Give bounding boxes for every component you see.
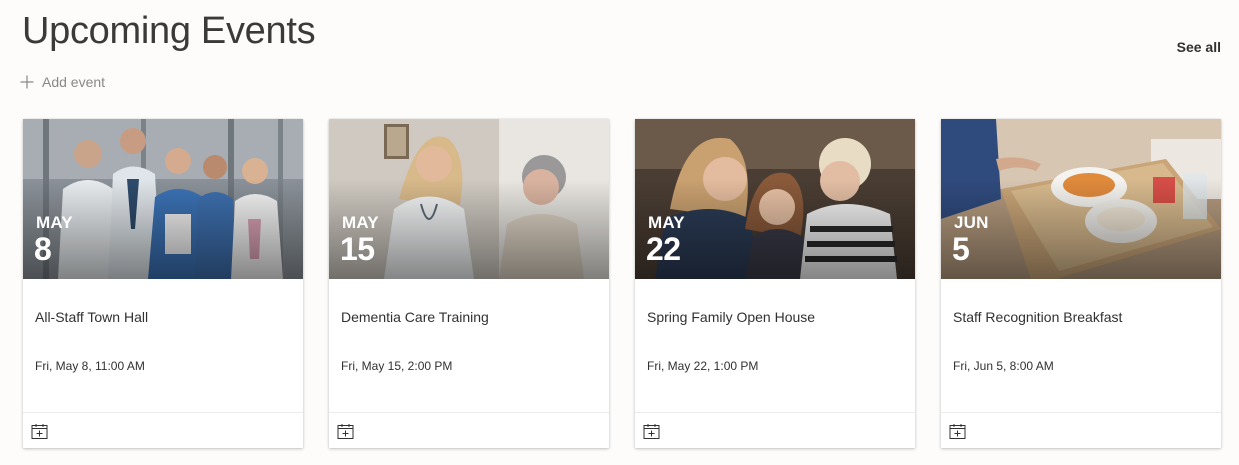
event-month: MAY <box>342 213 379 232</box>
event-day: 22 <box>646 231 681 267</box>
event-datetime: Fri, May 15, 2:00 PM <box>341 359 453 373</box>
event-title[interactable]: Staff Recognition Breakfast <box>953 309 1122 325</box>
card-footer <box>329 412 609 448</box>
event-image: JUN 5 <box>941 119 1221 279</box>
page-title: Upcoming Events <box>22 10 316 52</box>
event-image: MAY 15 <box>329 119 609 279</box>
card-footer <box>941 412 1221 448</box>
event-title[interactable]: Spring Family Open House <box>647 309 815 325</box>
event-day: 8 <box>34 231 52 267</box>
event-card[interactable]: MAY 22 Spring Family Open House Fri, May… <box>635 119 915 448</box>
plus-icon <box>20 75 34 89</box>
add-to-calendar-icon[interactable] <box>949 423 966 440</box>
event-title[interactable]: All-Staff Town Hall <box>35 309 148 325</box>
event-image: MAY 22 <box>635 119 915 279</box>
card-footer <box>635 412 915 448</box>
event-month: MAY <box>36 213 73 232</box>
event-month: JUN <box>954 213 989 232</box>
event-card[interactable]: MAY 15 Dementia Care Training Fri, May 1… <box>329 119 609 448</box>
event-month: MAY <box>648 213 685 232</box>
event-datetime: Fri, May 22, 1:00 PM <box>647 359 759 373</box>
event-datetime: Fri, Jun 5, 8:00 AM <box>953 359 1054 373</box>
event-day: 15 <box>340 231 375 267</box>
event-card[interactable]: MAY 8 All-Staff Town Hall Fri, May 8, 11… <box>23 119 303 448</box>
see-all-link[interactable]: See all <box>1177 39 1221 55</box>
upcoming-events-webpart: Upcoming Events See all Add event MAY 8 … <box>0 0 1239 465</box>
event-title[interactable]: Dementia Care Training <box>341 309 489 325</box>
event-card[interactable]: JUN 5 Staff Recognition Breakfast Fri, J… <box>941 119 1221 448</box>
add-to-calendar-icon[interactable] <box>643 423 660 440</box>
add-event-label: Add event <box>42 74 106 90</box>
card-footer <box>23 412 303 448</box>
event-day: 5 <box>952 231 970 267</box>
add-to-calendar-icon[interactable] <box>337 423 354 440</box>
add-event-button[interactable]: Add event <box>20 74 105 90</box>
event-image: MAY 8 <box>23 119 303 279</box>
event-cards: MAY 8 All-Staff Town Hall Fri, May 8, 11… <box>23 119 1221 448</box>
event-datetime: Fri, May 8, 11:00 AM <box>35 359 145 373</box>
add-to-calendar-icon[interactable] <box>31 423 48 440</box>
